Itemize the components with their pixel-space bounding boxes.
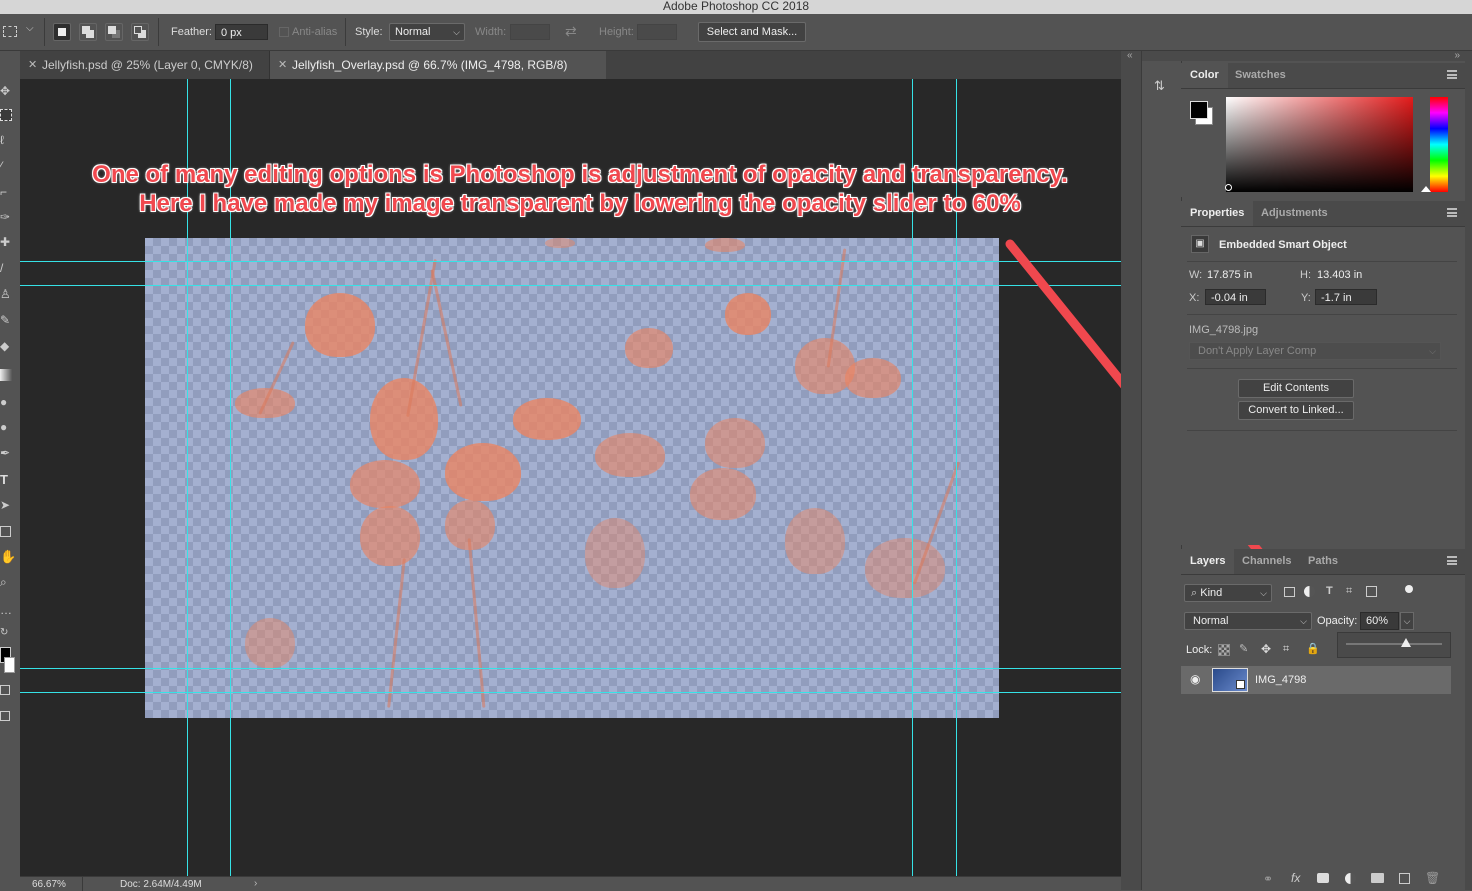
chevron-down-icon: ⌵ xyxy=(1260,588,1267,598)
opacity-label: Opacity: xyxy=(1317,615,1358,627)
chevron-down-icon: ⌵ xyxy=(1429,346,1436,356)
zoom-level[interactable]: 66.67% xyxy=(32,879,66,890)
delete-layer-icon[interactable]: 🗑 xyxy=(1425,871,1440,885)
panel-dock-header: » xyxy=(1181,50,1472,61)
layer-style-icon[interactable]: fx xyxy=(1291,871,1300,885)
tab-swatches[interactable]: Swatches xyxy=(1226,63,1295,88)
layers-footer: ⚭ fx 🗑 xyxy=(1181,871,1465,890)
tab-channels[interactable]: Channels xyxy=(1233,549,1301,574)
smart-object-badge-icon xyxy=(1236,680,1245,689)
lock-all-icon[interactable]: 🔒 xyxy=(1306,642,1320,655)
width-label: W: xyxy=(1189,269,1203,281)
divider xyxy=(82,877,83,891)
properties-panel: Properties Adjustments ▣ Embedded Smart … xyxy=(1181,201,1465,545)
color-panel-header: Color Swatches xyxy=(1181,63,1465,89)
smart-object-icon: ▣ xyxy=(1191,235,1209,253)
color-field[interactable] xyxy=(1226,97,1413,192)
layer-filter-value: Kind xyxy=(1200,587,1223,599)
opacity-slider-handle[interactable] xyxy=(1401,638,1411,647)
doc-size: Doc: 2.64M/4.49M xyxy=(120,879,202,890)
layer-thumbnail xyxy=(1212,668,1248,692)
divider xyxy=(1187,430,1457,431)
foreground-color-chip[interactable] xyxy=(1190,101,1208,119)
lock-position-icon[interactable]: ✥ xyxy=(1261,642,1271,656)
layer-comp-select[interactable]: Don't Apply Layer Comp ⌵ xyxy=(1189,342,1441,360)
chevron-down-icon: ⌵ xyxy=(1300,616,1307,626)
height-label: H: xyxy=(1300,269,1311,281)
chevron-right-icon[interactable]: › xyxy=(254,878,257,889)
divider xyxy=(1187,314,1457,315)
divider xyxy=(1187,368,1457,369)
x-input[interactable]: -0.04 in xyxy=(1205,289,1266,305)
opacity-slider-popup xyxy=(1337,632,1451,658)
blend-mode-value: Normal xyxy=(1193,615,1229,627)
y-label: Y: xyxy=(1301,292,1311,304)
opacity-slider-track[interactable] xyxy=(1346,643,1442,645)
filter-toggle-icon[interactable] xyxy=(1405,585,1413,593)
opacity-dropdown-button[interactable]: ⌵ xyxy=(1400,612,1414,630)
tab-color[interactable]: Color xyxy=(1181,63,1228,88)
filter-pixel-icon[interactable] xyxy=(1284,587,1295,597)
history-panel-icon[interactable]: ⇅ xyxy=(1154,78,1168,93)
add-mask-icon[interactable] xyxy=(1317,873,1329,883)
new-layer-icon[interactable] xyxy=(1399,873,1410,884)
filter-shape-icon[interactable]: ⌗ xyxy=(1346,585,1352,598)
layer-row[interactable]: ◉ IMG_4798 xyxy=(1181,666,1451,694)
strip-header xyxy=(1142,51,1181,61)
panel-menu-icon[interactable] xyxy=(1447,70,1457,79)
filter-type-icon[interactable]: T xyxy=(1326,585,1333,597)
blend-mode-select[interactable]: Normal ⌵ xyxy=(1184,612,1312,630)
link-layers-icon[interactable]: ⚭ xyxy=(1263,872,1273,886)
width-value[interactable]: 17.875 in xyxy=(1207,269,1252,281)
lock-label: Lock: xyxy=(1186,644,1213,656)
new-group-icon[interactable] xyxy=(1371,873,1384,883)
panel-dock-gap: « xyxy=(1121,50,1141,890)
object-type-label: Embedded Smart Object xyxy=(1219,239,1347,251)
collapse-arrows-icon[interactable]: « xyxy=(1127,50,1133,61)
layer-comp-value: Don't Apply Layer Comp xyxy=(1198,345,1317,357)
layer-filter-select[interactable]: ⌕ Kind ⌵ xyxy=(1184,584,1272,602)
color-panel: Color Swatches xyxy=(1181,63,1465,197)
tab-paths[interactable]: Paths xyxy=(1299,549,1347,574)
lock-transparency-icon[interactable] xyxy=(1218,644,1230,656)
layer-name[interactable]: IMG_4798 xyxy=(1255,674,1306,686)
tab-properties[interactable]: Properties xyxy=(1181,201,1254,226)
edit-contents-button[interactable]: Edit Contents xyxy=(1238,379,1354,398)
panel-menu-icon[interactable] xyxy=(1447,208,1457,217)
opacity-input[interactable]: 60% xyxy=(1360,612,1399,630)
eye-icon[interactable]: ◉ xyxy=(1190,672,1200,686)
filter-smart-object-icon[interactable] xyxy=(1366,586,1377,597)
collapsed-panel-strip: ⇅ xyxy=(1141,51,1182,890)
color-picker-handle[interactable] xyxy=(1225,184,1232,191)
panel-dock-edge xyxy=(1465,61,1472,890)
properties-panel-header: Properties Adjustments xyxy=(1181,201,1465,227)
tab-layers[interactable]: Layers xyxy=(1181,549,1235,574)
filter-adjustment-icon[interactable] xyxy=(1304,586,1315,597)
lock-artboard-icon[interactable]: ⌗ xyxy=(1283,643,1289,656)
linked-filename: IMG_4798.jpg xyxy=(1189,324,1259,336)
x-label: X: xyxy=(1189,292,1200,304)
layers-panel: Layers Channels Paths ⌕ Kind ⌵ T ⌗ Norma… xyxy=(1181,549,1465,890)
y-input[interactable]: -1.7 in xyxy=(1315,289,1377,305)
lock-pixels-icon[interactable]: ✎ xyxy=(1239,642,1248,655)
expand-arrows-icon[interactable]: » xyxy=(1454,50,1460,61)
status-bar: 66.67% Doc: 2.64M/4.49M › xyxy=(20,876,1121,891)
height-value[interactable]: 13.403 in xyxy=(1317,269,1362,281)
hue-slider-handle[interactable] xyxy=(1421,186,1431,192)
tab-adjustments[interactable]: Adjustments xyxy=(1252,201,1337,226)
search-icon: ⌕ xyxy=(1191,587,1198,599)
convert-to-linked-button[interactable]: Convert to Linked... xyxy=(1238,401,1354,420)
layers-panel-header: Layers Channels Paths xyxy=(1181,549,1465,575)
panel-menu-icon[interactable] xyxy=(1447,556,1457,565)
divider xyxy=(1187,261,1457,262)
new-adjustment-layer-icon[interactable] xyxy=(1345,873,1356,884)
hue-slider[interactable] xyxy=(1430,97,1448,192)
